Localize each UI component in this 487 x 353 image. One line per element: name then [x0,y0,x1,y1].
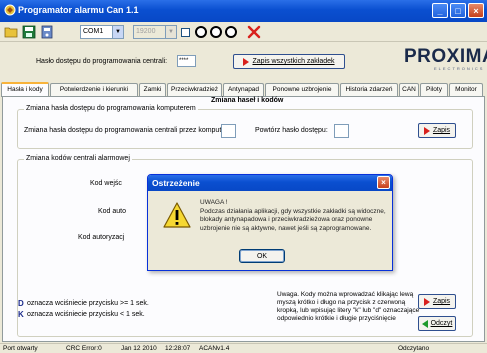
password-input[interactable]: **** [177,55,196,67]
legend-k-letter: K [18,310,24,319]
dialog-line-2: Podczas działania aplikacji, gdy wszystk… [200,207,386,232]
save-codes-button[interactable]: Zapis [418,294,456,309]
device-icon[interactable] [40,25,54,39]
dialog-message: UWAGA ! Podczas działania aplikacji, gdy… [200,199,386,233]
status-message: Odczytano [398,345,430,352]
baud-select: 19200 ▼ [133,25,177,39]
code-label-2: Kod auto [98,208,127,215]
change-password-label: Zmiana hasła dostępu do programowania ce… [24,127,230,134]
arrow-right-icon [243,57,250,66]
dialog-body: UWAGA ! Podczas działania aplikacji, gdy… [148,191,392,270]
toolbar: COM1 ▼ 19200 ▼ [0,22,487,42]
password-change-group: Zmiana hasła dostępu do programowania ko… [17,105,473,149]
save-all-button[interactable]: Zapis wszystkich zakładek [233,54,345,69]
status-date: Jan 12 2010 [121,345,157,352]
legend-d-text: oznacza wciśniecie przycisku >= 1 sek. [27,300,149,307]
indicator-circle-1 [195,26,207,38]
chevron-down-icon: ▼ [112,26,123,38]
option-checkbox[interactable] [181,28,190,37]
indicator-circle-3 [225,26,237,38]
tab-ponowne-uzbrojenie[interactable]: Ponowne uzbrojenie [265,83,339,96]
panel-heading: Zmiana haseł i kodów [211,97,284,104]
code-entry-note: Uwaga. Kody można wprowadzać klikając le… [277,291,420,322]
open-folder-icon[interactable] [4,25,18,39]
window-title: Programator alarmu Can 1.1 [18,5,139,15]
repeat-password-label: Powtórz hasło dostępu: [255,127,328,134]
tab-piloty[interactable]: Piloty [420,83,448,96]
status-crc: CRC Error:0 [66,345,102,352]
tab-strip: Hasła i kody Potwierdzenie i kierunki Za… [0,82,487,97]
close-window-button[interactable]: × [468,3,484,18]
status-port: Port otwarty [3,345,38,352]
dialog-line-1: UWAGA ! [200,199,228,206]
tab-zamki[interactable]: Zamki [139,83,166,96]
read-codes-button[interactable]: Odczyt [418,316,456,331]
arrow-right-icon [423,297,430,306]
title-bar: Programator alarmu Can 1.1 _ □ × [0,0,487,22]
group-title: Zmiana kodów centrali alarmowej [24,155,132,162]
chevron-down-icon: ▼ [165,26,176,38]
tab-antynapad[interactable]: Antynapad [223,83,264,96]
code-label-3: Kod autoryzacj [78,234,125,241]
new-password-input[interactable] [221,124,236,138]
legend-d-letter: D [18,299,24,308]
status-time: 12:28:07 [165,345,191,352]
save-disk-icon[interactable] [22,25,36,39]
proxima-logo: PROXIMA ELECTRONICS [404,46,487,71]
tab-hasla-i-kody[interactable]: Hasła i kody [1,82,49,97]
dialog-close-button[interactable]: × [377,176,390,189]
warning-dialog: Ostrzeżenie × UWAGA ! Podczas działania … [147,174,393,271]
warning-icon [163,202,191,228]
disconnect-x-icon[interactable] [247,25,261,39]
maximize-button[interactable]: □ [450,3,466,18]
tab-potwierdzenie[interactable]: Potwierdzenie i kierunki [50,83,138,96]
dialog-title: Ostrzeżenie [152,178,200,188]
tab-historia-zdarzen[interactable]: Historia zdarzeń [340,83,398,96]
tab-przeciwkradziez[interactable]: Przeciwkradzież [167,83,222,96]
ok-button[interactable]: OK [239,249,285,263]
status-bar: Port otwarty CRC Error:0 Jan 12 2010 12:… [0,343,487,353]
repeat-password-input[interactable] [334,124,349,138]
save-password-button[interactable]: Zapis [418,123,456,138]
app-icon [4,4,16,16]
tab-can[interactable]: CAN [399,83,419,96]
status-version: ACANv1.4 [199,345,230,352]
group-title: Zmiana hasła dostępu do programowania ko… [24,105,198,112]
legend-k-text: oznacza wciśniecie przycisku < 1 sek. [27,311,145,318]
dialog-title-bar: Ostrzeżenie × [148,175,392,191]
arrow-left-icon [421,319,428,328]
minimize-button[interactable]: _ [432,3,448,18]
arrow-right-icon [423,126,430,135]
indicator-circle-2 [210,26,222,38]
password-label: Hasło dostępu do programowania centrali: [36,58,168,65]
port-select[interactable]: COM1 ▼ [80,25,124,39]
tab-monitor[interactable]: Monitor [449,83,483,96]
code-label-1: Kod wejśc [90,180,122,187]
